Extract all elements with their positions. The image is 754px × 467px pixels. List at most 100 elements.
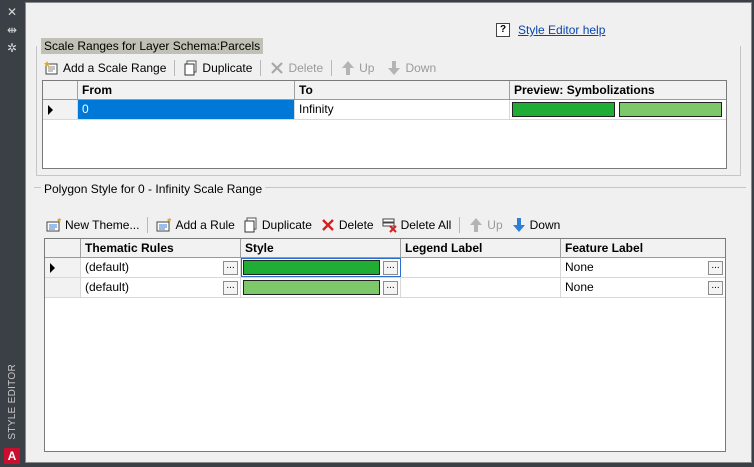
column-header-thematic-rules[interactable]: Thematic Rules <box>81 239 241 257</box>
toolbar-separator <box>459 217 461 233</box>
delete-label: Delete <box>338 218 374 232</box>
add-rule-icon <box>156 217 173 233</box>
duplicate-scale-range-button[interactable]: Duplicate <box>177 57 258 79</box>
palette-title: STYLE EDITOR <box>2 300 22 440</box>
duplicate-icon <box>183 60 199 76</box>
current-row-icon <box>48 105 53 115</box>
up-label: Up <box>487 218 503 232</box>
legend-label-cell[interactable] <box>401 258 561 277</box>
arrow-down-icon <box>386 60 402 76</box>
column-header-legend-label[interactable]: Legend Label <box>401 239 561 257</box>
row-header[interactable] <box>43 100 78 119</box>
add-scale-range-icon <box>44 60 60 76</box>
row-header[interactable] <box>45 258 81 277</box>
toolbar-separator <box>260 60 262 76</box>
new-theme-icon <box>46 217 62 233</box>
edit-style-button[interactable]: ... <box>383 281 398 295</box>
column-header-from[interactable]: From <box>78 81 295 99</box>
preview-swatch <box>512 102 615 117</box>
delete-scale-range-button[interactable]: Delete <box>263 57 329 79</box>
help-icon[interactable]: ? <box>496 23 510 37</box>
row-header-corner <box>43 81 78 99</box>
scale-ranges-title: Scale Ranges for Layer Schema:Parcels <box>41 38 264 54</box>
edit-feature-label-button[interactable]: ... <box>708 261 723 275</box>
column-header-to[interactable]: To <box>295 81 510 99</box>
column-header-preview[interactable]: Preview: Symbolizations <box>510 81 726 99</box>
new-theme-label: New Theme... <box>65 218 140 232</box>
feature-label-cell[interactable]: None ... <box>561 258 725 277</box>
arrow-up-icon <box>468 217 484 233</box>
arrow-down-icon <box>511 217 527 233</box>
duplicate-icon <box>243 217 259 233</box>
edit-style-button[interactable]: ... <box>383 261 398 275</box>
style-swatch <box>243 280 380 295</box>
scale-grid-header: From To Preview: Symbolizations <box>43 81 726 100</box>
column-header-style[interactable]: Style <box>241 239 401 257</box>
delete-all-rules-button[interactable]: Delete All <box>380 214 458 236</box>
arrow-up-icon <box>340 60 356 76</box>
thematic-rule-text: (default) <box>85 280 130 294</box>
scale-range-toolbar: Add a Scale Range Duplicate Delete Up Do… <box>38 57 442 79</box>
duplicate-label: Duplicate <box>261 218 312 232</box>
legend-label-cell[interactable] <box>401 278 561 297</box>
duplicate-rule-button[interactable]: Duplicate <box>241 214 318 236</box>
edit-rule-button[interactable]: ... <box>223 281 238 295</box>
feature-label-cell[interactable]: None ... <box>561 278 725 297</box>
feature-label-text: None <box>565 280 594 294</box>
table-row[interactable]: 0 Infinity <box>43 100 726 120</box>
polygon-style-toolbar: New Theme... Add a Rule Duplicate Delete <box>40 214 566 236</box>
autocad-logo-icon: A <box>4 448 20 464</box>
up-label: Up <box>359 61 375 75</box>
move-down-rule-button[interactable]: Down <box>509 214 567 236</box>
settings-icon[interactable]: ✲ <box>4 41 20 55</box>
style-editor-help-link[interactable]: Style Editor help <box>518 23 605 37</box>
down-label: Down <box>405 61 437 75</box>
column-header-feature-label[interactable]: Feature Label <box>561 239 725 257</box>
palette-sidebar: ✕ ⇹ ✲ STYLE EDITOR A <box>0 0 24 467</box>
delete-rule-button[interactable]: Delete <box>318 214 380 236</box>
add-scale-range-label: Add a Scale Range <box>63 61 167 75</box>
move-down-scale-range-button[interactable]: Down <box>380 57 442 79</box>
move-up-rule-button[interactable]: Up <box>462 214 508 236</box>
feature-label-text: None <box>565 260 594 274</box>
delete-all-icon <box>382 217 398 233</box>
delete-label: Delete <box>288 61 324 75</box>
row-header-corner <box>45 239 81 257</box>
current-row-icon <box>50 263 55 273</box>
polygon-style-title: Polygon Style for 0 - Infinity Scale Ran… <box>41 181 266 197</box>
scale-ranges-grid: From To Preview: Symbolizations 0 Infini… <box>42 80 727 169</box>
preview-swatch <box>619 102 722 117</box>
edit-rule-button[interactable]: ... <box>223 261 238 275</box>
style-swatch <box>243 260 380 275</box>
help-area: ? Style Editor help <box>496 21 605 39</box>
toolbar-separator <box>174 60 176 76</box>
thematic-rule-cell[interactable]: (default) ... <box>81 258 241 277</box>
row-header[interactable] <box>45 278 81 297</box>
add-scale-range-button[interactable]: Add a Scale Range <box>38 57 172 79</box>
delete-icon <box>269 60 285 76</box>
to-cell[interactable]: Infinity <box>295 100 510 119</box>
thematic-rules-grid: Thematic Rules Style Legend Label Featur… <box>44 238 726 452</box>
add-rule-button[interactable]: Add a Rule <box>150 214 240 236</box>
close-icon[interactable]: ✕ <box>4 5 20 19</box>
add-rule-label: Add a Rule <box>175 218 235 232</box>
auto-hide-icon[interactable]: ⇹ <box>4 23 20 37</box>
palette-title-text: STYLE EDITOR <box>6 364 18 440</box>
edit-feature-label-button[interactable]: ... <box>708 281 723 295</box>
duplicate-label: Duplicate <box>202 61 253 75</box>
style-cell[interactable]: ... <box>241 258 401 277</box>
delete-all-label: Delete All <box>400 218 452 232</box>
down-label: Down <box>529 218 561 232</box>
new-theme-button[interactable]: New Theme... <box>40 214 145 236</box>
rules-grid-header: Thematic Rules Style Legend Label Featur… <box>45 239 725 258</box>
toolbar-separator <box>331 60 333 76</box>
table-row[interactable]: (default) ... ... None ... <box>45 278 725 298</box>
delete-icon <box>320 217 336 233</box>
toolbar-separator <box>147 217 149 233</box>
style-cell[interactable]: ... <box>241 278 401 297</box>
move-up-scale-range-button[interactable]: Up <box>334 57 380 79</box>
thematic-rule-text: (default) <box>85 260 130 274</box>
from-cell[interactable]: 0 <box>78 100 295 119</box>
thematic-rule-cell[interactable]: (default) ... <box>81 278 241 297</box>
table-row[interactable]: (default) ... ... None ... <box>45 258 725 278</box>
